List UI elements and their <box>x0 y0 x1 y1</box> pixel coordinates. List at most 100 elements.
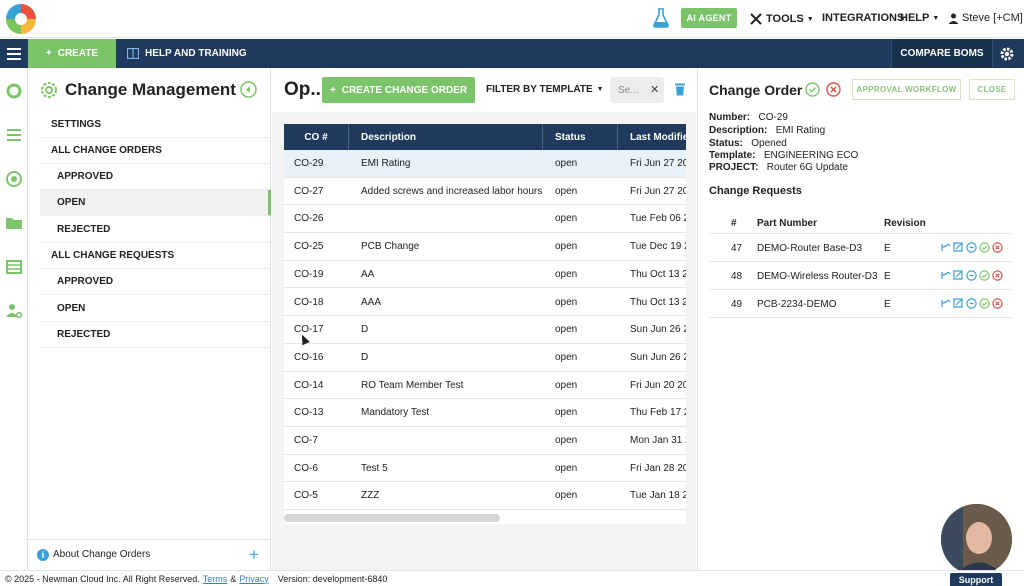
table-row[interactable]: CO-5 ZZZ open Tue Jan 18 20 <box>284 482 686 511</box>
table-row[interactable]: CO-18 AAA open Thu Oct 13 20 <box>284 289 686 317</box>
sidebar-item-requests-approved[interactable]: APPROVED <box>40 269 271 295</box>
table-row[interactable]: CO-7 open Mon Jan 31 2 <box>284 427 686 455</box>
sidebar-item-requests-open[interactable]: OPEN <box>40 296 271 322</box>
sidebar-item-all-change-orders[interactable]: ALL CHANGE ORDERS <box>40 138 271 164</box>
change-request-row[interactable]: 48 DEMO-Wireless Router-D3 E <box>709 262 1013 290</box>
reject-x-icon[interactable] <box>826 82 841 97</box>
edit-icon[interactable] <box>953 242 964 253</box>
privacy-link[interactable]: Privacy <box>239 574 269 584</box>
table-row[interactable]: CO-6 Test 5 open Fri Jan 28 202 <box>284 455 686 483</box>
cell-desc <box>349 205 543 232</box>
collapse-sidebar-icon[interactable] <box>240 81 257 98</box>
app-logo[interactable] <box>6 4 36 34</box>
list-icon[interactable] <box>5 126 23 144</box>
flask-icon[interactable] <box>652 8 670 28</box>
support-button[interactable]: Support <box>950 573 1002 586</box>
create-button[interactable]: + CREATE <box>28 39 116 68</box>
table-row[interactable]: CO-16 Dopen Sun Jun 26 20 <box>284 344 686 372</box>
horizontal-scrollbar[interactable] <box>284 514 500 522</box>
branch-icon[interactable] <box>940 270 951 281</box>
folder-icon[interactable] <box>5 214 23 232</box>
create-change-order-button[interactable]: + CREATE CHANGE ORDER <box>322 77 475 103</box>
sidebar-item-settings[interactable]: SETTINGS <box>40 112 271 138</box>
cell-status: open <box>555 158 578 169</box>
table-row[interactable]: CO-17 Dopen Sun Jun 26 20 <box>284 316 686 344</box>
view-icon[interactable] <box>966 242 977 253</box>
filter-by-template-dropdown[interactable]: FILTER BY TEMPLATE ▼ <box>486 84 604 95</box>
cell-status: open <box>555 296 578 308</box>
help-training-label: HELP AND TRAINING <box>145 48 247 59</box>
edit-icon[interactable] <box>953 298 964 309</box>
detail-title: Change Order <box>709 82 803 98</box>
sidebar-item-orders-approved[interactable]: APPROVED <box>40 164 271 190</box>
change-requests-header: # Part Number Revision <box>709 212 1013 234</box>
cell-date: Sun Jun 26 20 <box>630 351 686 363</box>
table-row[interactable]: CO-26 open Tue Feb 06 202 <box>284 205 686 234</box>
column-header-description[interactable]: Description <box>349 124 543 150</box>
sidebar-item-orders-open[interactable]: OPEN <box>40 190 271 216</box>
change-management-icon[interactable] <box>5 170 23 188</box>
cell-desc: ZZZ <box>361 490 380 502</box>
compare-boms-button[interactable]: COMPARE BOMS <box>891 39 993 68</box>
reject-icon[interactable] <box>992 270 1003 281</box>
cell-status: open <box>555 351 578 363</box>
page-footer: © 2025 - Newman Cloud Inc. All Right Res… <box>0 570 1024 586</box>
cell-date: Fri Jan 28 202 <box>630 462 686 474</box>
plus-icon[interactable]: + <box>249 545 259 565</box>
cell-status: open <box>555 185 578 197</box>
trash-icon[interactable] <box>674 82 686 96</box>
gear-icon[interactable] <box>999 46 1015 62</box>
reject-icon[interactable] <box>992 242 1003 253</box>
cell-desc: AAA <box>361 296 382 308</box>
table-row[interactable]: CO-29 EMI Rating open Fri Jun 27 202 <box>284 150 686 178</box>
branch-icon[interactable] <box>940 242 951 253</box>
integrations-link[interactable]: INTEGRATIONS <box>822 12 904 24</box>
column-header-status[interactable]: Status <box>543 124 618 150</box>
chevron-down-icon: ▼ <box>596 86 604 93</box>
help-menu[interactable]: HELP ▼ <box>900 12 939 24</box>
user-settings-icon[interactable] <box>5 302 23 320</box>
change-request-row[interactable]: 47 DEMO-Router Base-D3 E <box>709 234 1013 262</box>
table-icon[interactable] <box>5 258 23 276</box>
sidebar-item-requests-rejected[interactable]: REJECTED <box>40 322 271 348</box>
search-input[interactable]: Se... ✕ <box>610 77 664 103</box>
table-row[interactable]: CO-25 PCB Change open Tue Dec 19 20 <box>284 233 686 261</box>
copyright-text: © 2025 - Newman Cloud Inc. All Right Res… <box>5 573 200 584</box>
detail-project: PROJECT: Router 6G Update <box>709 162 848 173</box>
table-row[interactable]: CO-19 AA open Thu Oct 13 20 <box>284 261 686 289</box>
user-icon <box>948 13 959 24</box>
tools-menu[interactable]: TOOLS ▼ <box>749 12 814 26</box>
approve-icon[interactable] <box>979 270 990 281</box>
reject-icon[interactable] <box>992 298 1003 309</box>
approve-check-icon[interactable] <box>805 82 820 97</box>
menu-icon[interactable] <box>0 39 28 68</box>
column-header-last-modified[interactable]: Last Modifie <box>618 124 686 150</box>
dashboard-icon[interactable] <box>5 82 23 100</box>
change-request-row[interactable]: 49 PCB-2234-DEMO E <box>709 290 1013 318</box>
table-row[interactable]: CO-13 Mandatory Test open Thu Feb 17 20 <box>284 399 686 427</box>
cell-co: CO-27 <box>294 185 324 197</box>
approve-icon[interactable] <box>979 242 990 253</box>
table-row[interactable]: CO-14 RO Team Member Test open Fri Jun 20 2… <box>284 372 686 400</box>
detail-status: Status: Opened <box>709 138 787 149</box>
sidebar-item-orders-rejected[interactable]: REJECTED <box>40 217 271 243</box>
edit-icon[interactable] <box>953 270 964 281</box>
branch-icon[interactable] <box>940 298 951 309</box>
ai-agent-button[interactable]: AI AGENT <box>681 8 737 28</box>
help-and-training-button[interactable]: HELP AND TRAINING <box>127 39 247 68</box>
view-icon[interactable] <box>966 298 977 309</box>
terms-link[interactable]: Terms <box>203 574 228 584</box>
user-menu[interactable]: Steve [+CM] <box>948 12 1023 24</box>
approve-icon[interactable] <box>979 298 990 309</box>
close-button[interactable]: CLOSE <box>969 79 1015 100</box>
approval-workflow-button[interactable]: APPROVAL WORKFLOW <box>852 79 961 100</box>
column-header-co[interactable]: CO # <box>284 124 349 150</box>
sidebar-item-all-change-requests[interactable]: ALL CHANGE REQUESTS <box>40 243 271 269</box>
cell-status: open <box>555 324 578 336</box>
view-icon[interactable] <box>966 270 977 281</box>
about-change-orders-link[interactable]: About Change Orders <box>53 549 150 560</box>
close-icon[interactable]: ✕ <box>650 83 659 96</box>
cr-cell-part: DEMO-Router Base-D3 <box>757 242 863 254</box>
cell-date: Thu Feb 17 20 <box>630 407 686 419</box>
table-row[interactable]: CO-27 Added screws and increased labor ho… <box>284 178 686 206</box>
